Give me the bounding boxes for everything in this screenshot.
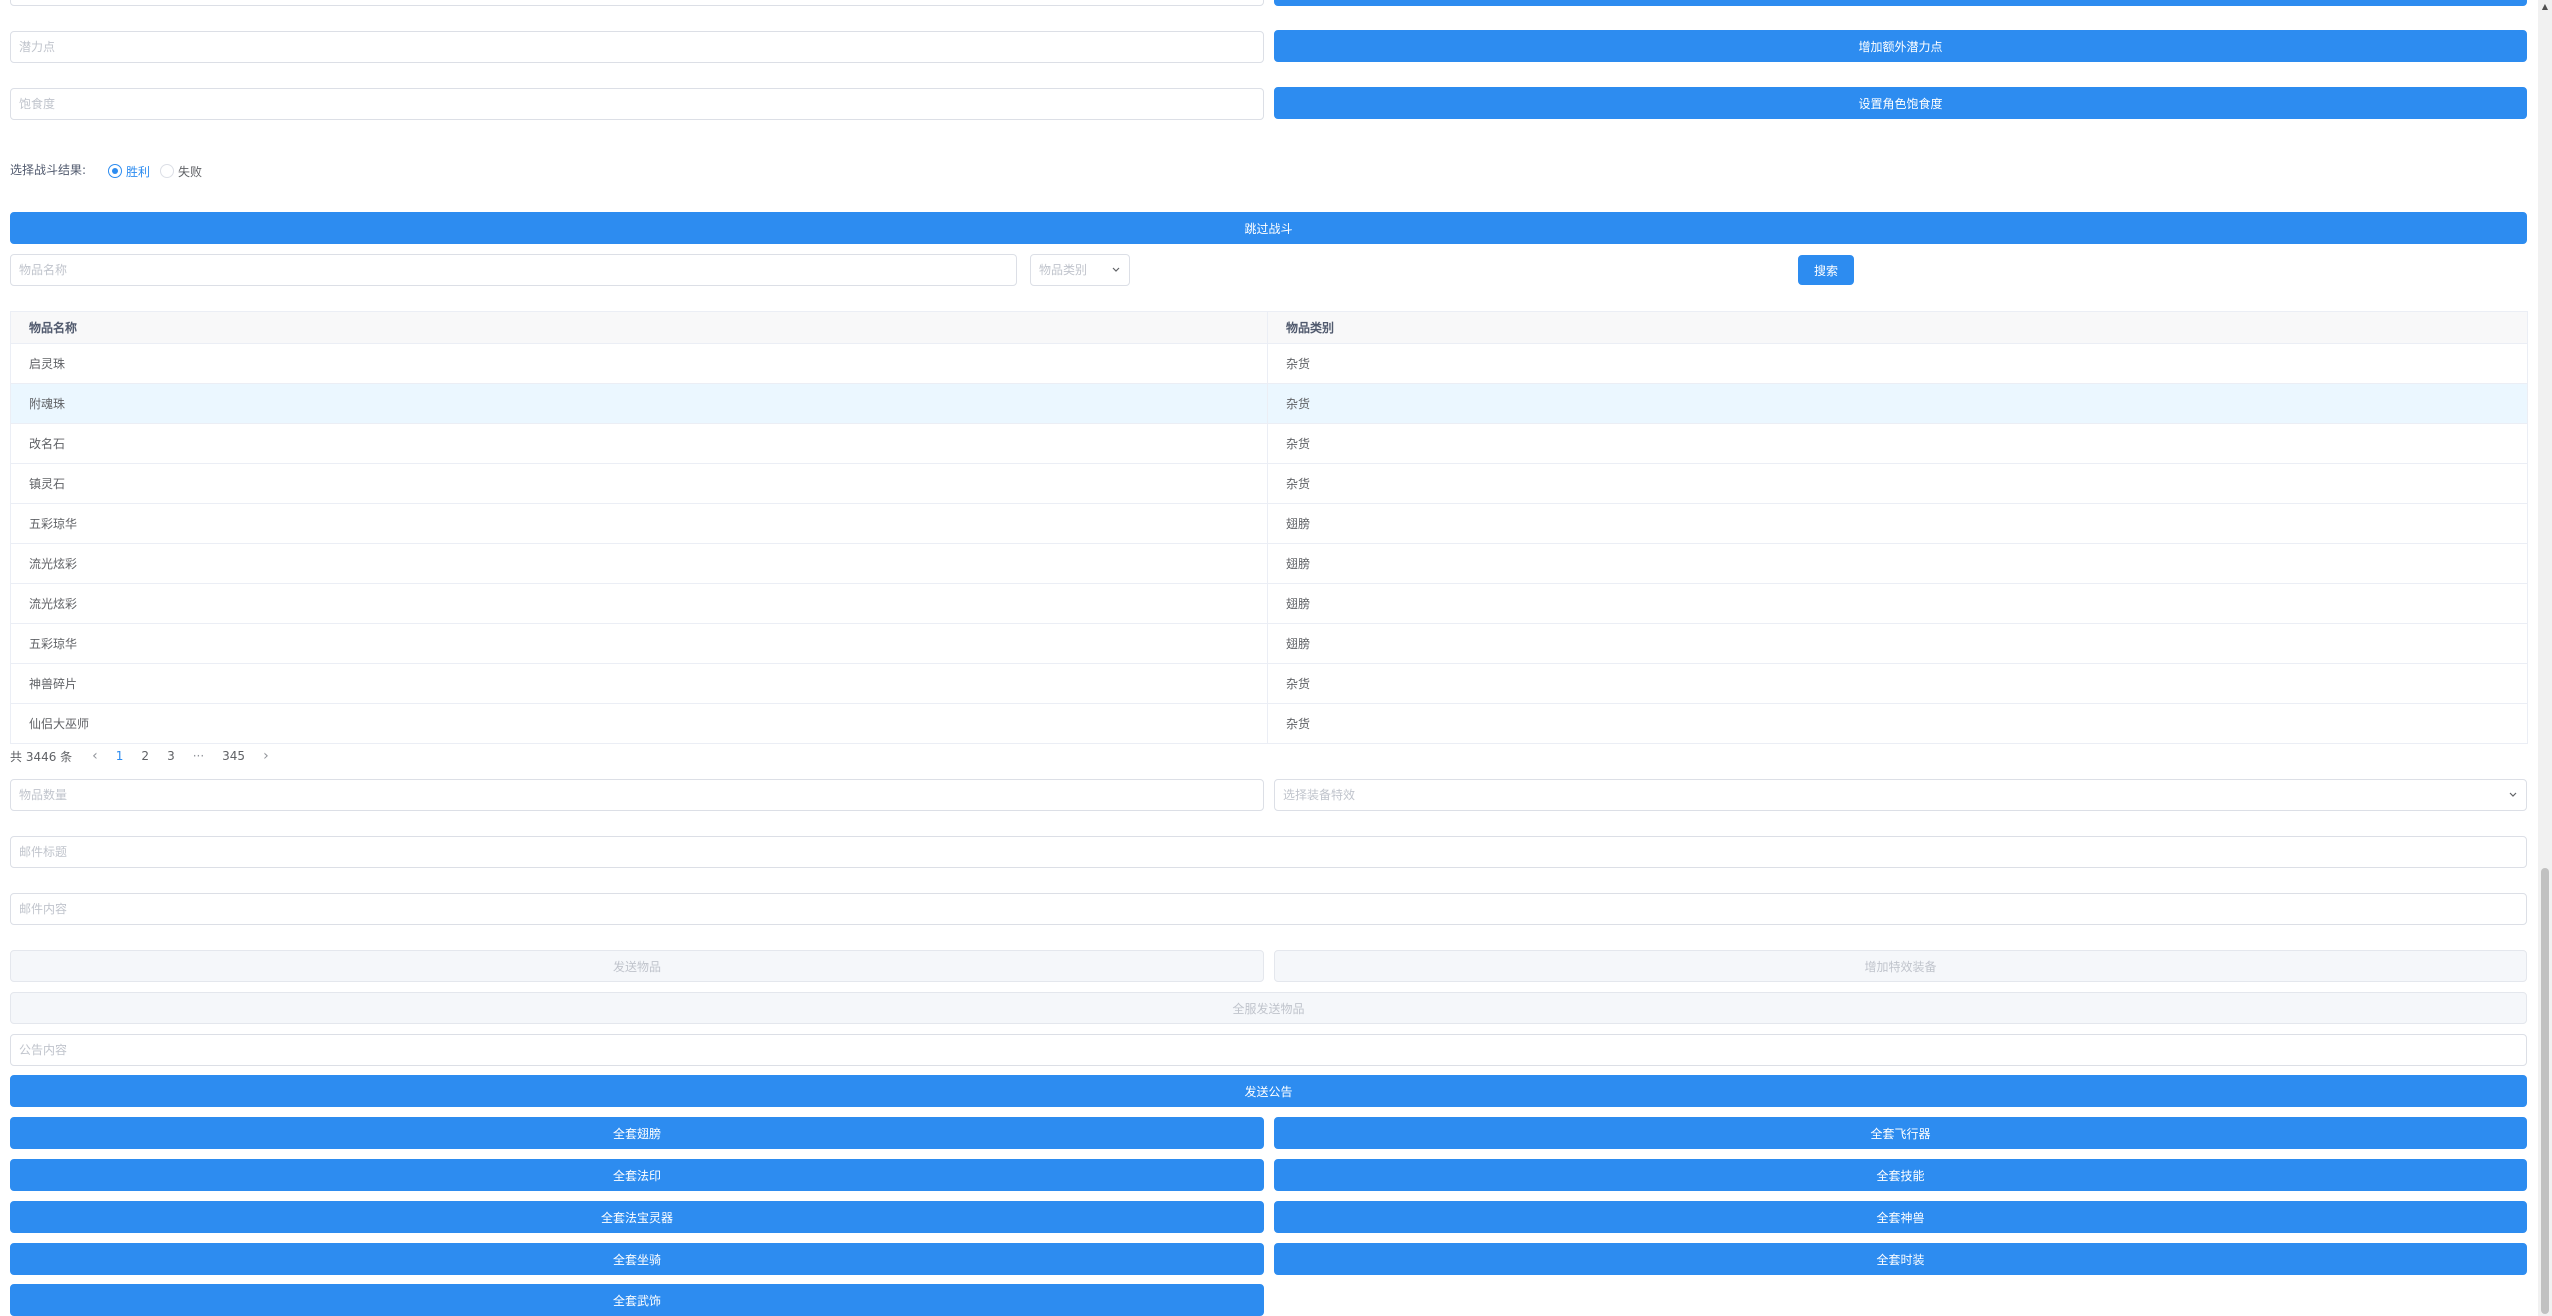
item-name-cell: 神兽碎片 [10,663,1268,704]
item-category-placeholder: 物品类别 [1039,263,1088,277]
full-mount-button[interactable]: 全套坐骑 [10,1243,1264,1275]
next-page-icon[interactable]: › [263,748,269,764]
table-header-row: 物品名称 物品类别 [10,311,2528,344]
table-row[interactable]: 五彩琼华 翅膀 [10,503,2528,544]
full-weapon-decor-button[interactable]: 全套武饰 [10,1284,1264,1316]
item-category-cell: 杂货 [1267,663,2528,704]
page-1[interactable]: 1 [116,749,124,763]
item-name-cell: 改名石 [10,423,1268,464]
table-row[interactable]: 流光炫彩 翅膀 [10,543,2528,584]
search-button[interactable]: 搜索 [1798,255,1854,285]
column-header-item-category: 物品类别 [1267,311,2528,344]
item-name-cell: 五彩琼华 [10,623,1268,664]
item-category-cell: 翅膀 [1267,543,2528,584]
item-category-cell: 杂货 [1267,463,2528,504]
table-row[interactable]: 五彩琼华 翅膀 [10,623,2528,664]
add-potential-button[interactable]: 增加额外潜力点 [1274,30,2527,62]
item-category-cell: 翅膀 [1267,623,2528,664]
item-category-cell: 杂货 [1267,343,2528,384]
radio-victory[interactable]: 胜利 [108,161,150,181]
column-header-item-name: 物品名称 [10,311,1268,344]
send-item-button[interactable]: 发送物品 [10,950,1264,982]
item-name-cell: 镇灵石 [10,463,1268,504]
radio-defeat-dot[interactable] [160,164,174,178]
add-effect-equip-button[interactable]: 增加特效装备 [1274,950,2527,982]
chevron-down-icon [2508,780,2518,810]
pagination: 共 3446 条 ‹ 1 2 3 ··· 345 › [10,746,281,766]
item-name-cell: 流光炫彩 [10,583,1268,624]
full-aircraft-button[interactable]: 全套飞行器 [1274,1117,2527,1149]
full-fashion-button[interactable]: 全套时装 [1274,1243,2527,1275]
skip-battle-button[interactable]: 跳过战斗 [10,212,2527,244]
table-row[interactable]: 改名石 杂货 [10,423,2528,464]
mail-content-input[interactable]: 邮件内容 [10,893,2527,925]
items-table: 物品名称 物品类别 启灵珠 杂货 附魂珠 杂货 改名石 杂货 镇灵石 杂货 五彩琼华 翅膀… [10,311,2528,744]
table-row[interactable]: 神兽碎片 杂货 [10,663,2528,704]
scroll-up-icon[interactable]: ▲ [2540,2,2550,12]
mail-title-input[interactable]: 邮件标题 [10,836,2527,868]
radio-victory-label: 胜利 [126,164,151,179]
item-name-cell: 仙侣大巫师 [10,703,1268,744]
page-last[interactable]: 345 [222,749,245,763]
chevron-down-icon [1111,255,1121,285]
page-ellipsis[interactable]: ··· [193,749,204,763]
item-category-select[interactable]: 物品类别 [1030,254,1130,286]
item-category-cell: 翅膀 [1267,583,2528,624]
full-wings-button[interactable]: 全套翅膀 [10,1117,1264,1149]
potential-input[interactable]: 潜力点 [10,31,1264,63]
page-2[interactable]: 2 [141,749,149,763]
equip-effect-placeholder: 选择装备特效 [1283,788,1356,802]
table-row[interactable]: 仙侣大巫师 杂货 [10,703,2528,744]
radio-defeat-label: 失败 [178,164,203,179]
send-announcement-button[interactable]: 发送公告 [10,1075,2527,1107]
equip-effect-select[interactable]: 选择装备特效 [1274,779,2527,811]
item-category-cell: 杂货 [1267,703,2528,744]
top-cutoff-button[interactable] [1274,0,2527,6]
prev-page-icon[interactable]: ‹ [92,748,98,764]
page-3[interactable]: 3 [167,749,175,763]
satiety-input[interactable]: 饱食度 [10,88,1264,120]
item-name-cell: 附魂珠 [10,383,1268,424]
full-seal-button[interactable]: 全套法印 [10,1159,1264,1191]
battle-result-label: 选择战斗结果: [10,163,87,177]
item-name-cell: 启灵珠 [10,343,1268,384]
page-scrollbar[interactable]: ▲ [2538,0,2552,1316]
scrollbar-thumb[interactable] [2541,868,2549,1314]
radio-victory-dot[interactable] [108,164,122,178]
set-satiety-button[interactable]: 设置角色饱食度 [1274,87,2527,119]
table-row[interactable]: 镇灵石 杂货 [10,463,2528,504]
send-to-all-button[interactable]: 全服发送物品 [10,992,2527,1024]
full-treasure-button[interactable]: 全套法宝灵器 [10,1201,1264,1233]
table-row[interactable]: 附魂珠 杂货 [10,383,2528,424]
full-skills-button[interactable]: 全套技能 [1274,1159,2527,1191]
item-category-cell: 翅膀 [1267,503,2528,544]
announcement-content-input[interactable]: 公告内容 [10,1034,2527,1066]
table-row[interactable]: 启灵珠 杂货 [10,343,2528,384]
full-beast-button[interactable]: 全套神兽 [1274,1201,2527,1233]
table-row[interactable]: 流光炫彩 翅膀 [10,583,2528,624]
item-category-cell: 杂货 [1267,383,2528,424]
top-cutoff-input[interactable] [10,0,1264,6]
item-quantity-input[interactable]: 物品数量 [10,779,1264,811]
item-name-cell: 流光炫彩 [10,543,1268,584]
item-name-search-input[interactable]: 物品名称 [10,254,1017,286]
pagination-total: 共 3446 条 [10,749,73,764]
radio-defeat[interactable]: 失败 [160,161,202,181]
item-category-cell: 杂货 [1267,423,2528,464]
item-name-cell: 五彩琼华 [10,503,1268,544]
